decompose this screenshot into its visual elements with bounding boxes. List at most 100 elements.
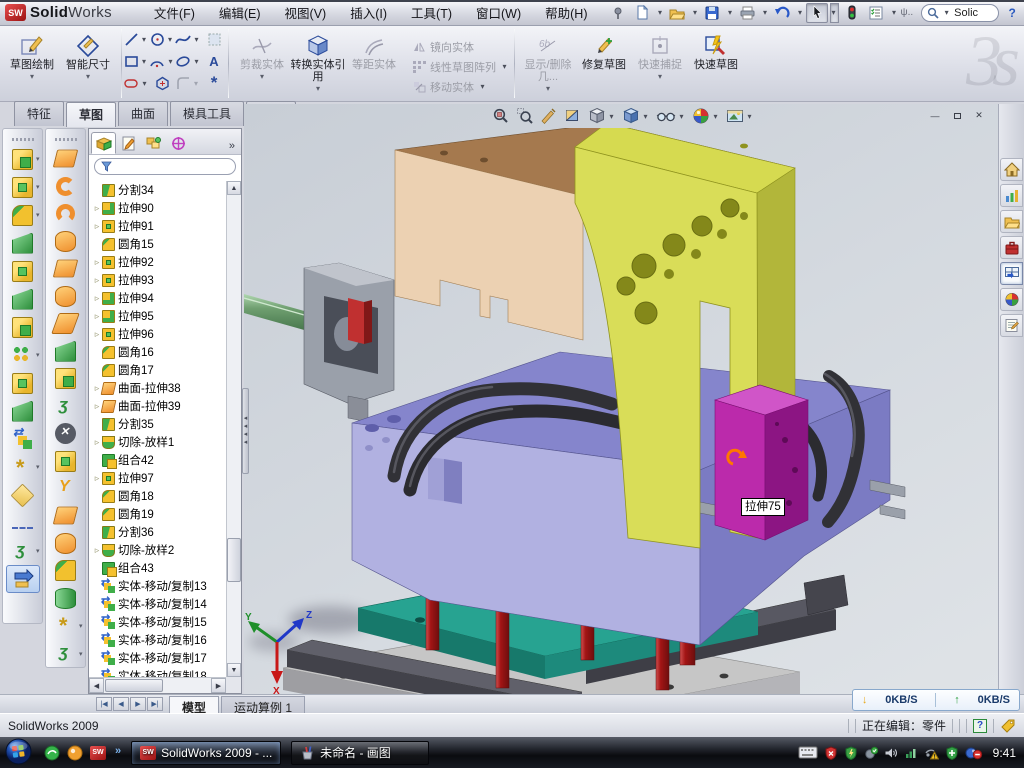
swept-surface-button[interactable] xyxy=(49,145,83,172)
delete-face-button[interactable] xyxy=(49,420,83,447)
custom-properties-icon[interactable] xyxy=(1000,314,1023,337)
sketch-button[interactable]: 草图绘制 ▾ xyxy=(4,30,60,81)
menu-item[interactable]: 文件(F) xyxy=(142,0,207,26)
feature-tree-item[interactable]: 实体-移动/复制13 xyxy=(89,577,226,595)
expand-arrow-icon[interactable]: ▹ xyxy=(92,293,102,304)
boss-extrude-button[interactable]: ▾ xyxy=(6,145,40,173)
display-style-button[interactable]: ▾ xyxy=(622,107,650,125)
convert-entities-button[interactable]: 转换实体引用 ▾ xyxy=(290,30,346,93)
line-tool[interactable]: ▾ xyxy=(123,28,149,50)
zoom-to-area-button[interactable] xyxy=(516,107,534,125)
feature-tree-item[interactable]: 组合43 xyxy=(89,559,226,577)
trim-surface-button[interactable] xyxy=(49,502,83,529)
view-palette-icon[interactable] xyxy=(1000,262,1023,285)
file-explorer-icon[interactable] xyxy=(1000,210,1023,233)
search-input-value[interactable]: Solic xyxy=(954,7,978,19)
taskbar-clock[interactable]: 9:41 xyxy=(993,746,1016,760)
help-button[interactable]: ? xyxy=(1001,3,1023,23)
revolved-surface-button[interactable] xyxy=(49,172,83,199)
ruled-surface-button[interactable] xyxy=(49,200,83,227)
shell-button[interactable] xyxy=(6,257,40,285)
launcher-quicklaunch-icon[interactable] xyxy=(67,745,83,761)
expand-arrow-icon[interactable]: ▹ xyxy=(92,311,102,322)
select-tool-button[interactable] xyxy=(806,3,828,23)
save-button[interactable] xyxy=(701,3,723,23)
open-document-dropdown[interactable]: ▾ xyxy=(690,8,699,17)
doc-close-button[interactable]: ✕ xyxy=(970,108,988,123)
zoom-to-fit-button[interactable] xyxy=(492,107,510,125)
slot-tool[interactable]: ▾ xyxy=(123,72,149,94)
feature-tree-item[interactable]: 组合42 xyxy=(89,451,226,469)
feature-tree-item[interactable]: ▹ 拉伸94 xyxy=(89,289,226,307)
tray-security-shield-icon[interactable] xyxy=(844,746,858,760)
reference-point-button[interactable]: ▾ xyxy=(6,453,40,481)
model-tab[interactable]: 模型 xyxy=(169,696,219,713)
feature-tree-item[interactable]: ▹ 切除-放样1 xyxy=(89,433,226,451)
scroll-left-button[interactable]: ◀ xyxy=(89,678,104,693)
feature-tree-item[interactable]: 分割34 xyxy=(89,181,226,199)
reference-plane-button[interactable] xyxy=(6,481,40,509)
split-feature-button[interactable] xyxy=(6,397,40,425)
menu-item[interactable]: 帮助(H) xyxy=(533,0,599,26)
feature-tree-item[interactable]: ▹ 拉伸93 xyxy=(89,271,226,289)
quick-tips-button[interactable]: ? xyxy=(973,719,987,733)
convert-entities-dropdown[interactable]: ▾ xyxy=(316,84,320,93)
move-entities-dropdown[interactable]: ▾ xyxy=(478,82,487,91)
planar-surface-button[interactable] xyxy=(49,310,83,337)
undo-dropdown[interactable]: ▾ xyxy=(795,8,804,17)
apply-scene-button[interactable]: ▾ xyxy=(726,108,754,124)
net-speed-widget[interactable]: ↓ 0KB/S ↑ 0KB/S xyxy=(852,689,1020,711)
feature-tree-item[interactable]: 圆角19 xyxy=(89,505,226,523)
property-manager-tab[interactable] xyxy=(116,132,141,154)
hole-wizard-button[interactable] xyxy=(6,313,40,341)
feature-tree-item[interactable]: ▹ 拉伸90 xyxy=(89,199,226,217)
draft-button[interactable] xyxy=(6,285,40,313)
feature-tree-item[interactable]: 实体-移动/复制16 xyxy=(89,631,226,649)
feature-tree-item[interactable]: 实体-移动/复制18 xyxy=(89,667,226,677)
display-delete-dropdown[interactable]: ▾ xyxy=(546,84,550,93)
open-document-button[interactable] xyxy=(666,3,688,23)
scroll-down-button[interactable]: ▼ xyxy=(227,663,241,677)
doc-restore-button[interactable] xyxy=(948,108,966,123)
print-dropdown[interactable]: ▾ xyxy=(760,8,769,17)
feature-tree-item[interactable]: ▹ 拉伸95 xyxy=(89,307,226,325)
feature-manager-tab[interactable] xyxy=(91,132,116,154)
trim-entities-dropdown[interactable]: ▾ xyxy=(260,72,264,81)
combine-bodies-button[interactable] xyxy=(6,369,40,397)
taskbar-window-paint[interactable]: 未命名 - 画图 xyxy=(291,741,429,765)
ellipse-tool[interactable]: ▾ xyxy=(175,50,201,72)
feature-tree-item[interactable]: 圆角15 xyxy=(89,235,226,253)
menu-item[interactable]: 视图(V) xyxy=(273,0,339,26)
expand-arrow-icon[interactable]: ▹ xyxy=(92,473,102,484)
panel-more-chevron[interactable]: » xyxy=(229,140,239,154)
graphics-viewport[interactable]: Y Z X ▾ ▾ ▾ ▾ ▾ — ✕ 拉伸 xyxy=(244,104,998,694)
filled-surface-button[interactable] xyxy=(49,282,83,309)
extend-surface-button[interactable] xyxy=(49,392,83,419)
options-dropdown[interactable]: ▾ xyxy=(889,8,898,17)
command-tab[interactable]: 特征 xyxy=(14,101,64,126)
hide-show-items-button[interactable]: ▾ xyxy=(656,108,686,124)
taskbar-window-solidworks[interactable]: SW SolidWorks 2009 - ... xyxy=(131,741,281,765)
feature-tree-item[interactable]: 实体-移动/复制17 xyxy=(89,649,226,667)
rebuild-button[interactable] xyxy=(841,3,863,23)
expand-arrow-icon[interactable]: ▹ xyxy=(92,257,102,268)
trim-entities-button[interactable]: 剪裁实体 ▾ xyxy=(234,30,290,81)
chamfer-button[interactable] xyxy=(6,229,40,257)
tray-volume-icon[interactable] xyxy=(884,746,898,760)
centerline-button[interactable] xyxy=(6,509,40,537)
arc-tool[interactable]: ▾ xyxy=(149,50,175,72)
appearances-scenes-icon[interactable] xyxy=(1000,288,1023,311)
menu-item[interactable]: 窗口(W) xyxy=(464,0,533,26)
search-scope-dropdown[interactable]: ▾ xyxy=(942,8,951,17)
undo-button[interactable] xyxy=(771,3,793,23)
feature-tree-item[interactable]: 实体-移动/复制14 xyxy=(89,595,226,613)
feature-tree-item[interactable]: ▹ 拉伸91 xyxy=(89,217,226,235)
print-button[interactable] xyxy=(736,3,758,23)
feature-tree-item[interactable]: 圆角17 xyxy=(89,361,226,379)
pin-menubar-icon[interactable] xyxy=(607,3,629,23)
sketch-fillet-tool[interactable]: ▾ xyxy=(175,72,201,94)
feature-tree-item[interactable]: 圆角16 xyxy=(89,343,226,361)
menu-item[interactable]: 编辑(E) xyxy=(207,0,273,26)
select-tool-dropdown[interactable]: ▾ xyxy=(830,3,839,23)
knit-surface-button[interactable] xyxy=(49,365,83,392)
